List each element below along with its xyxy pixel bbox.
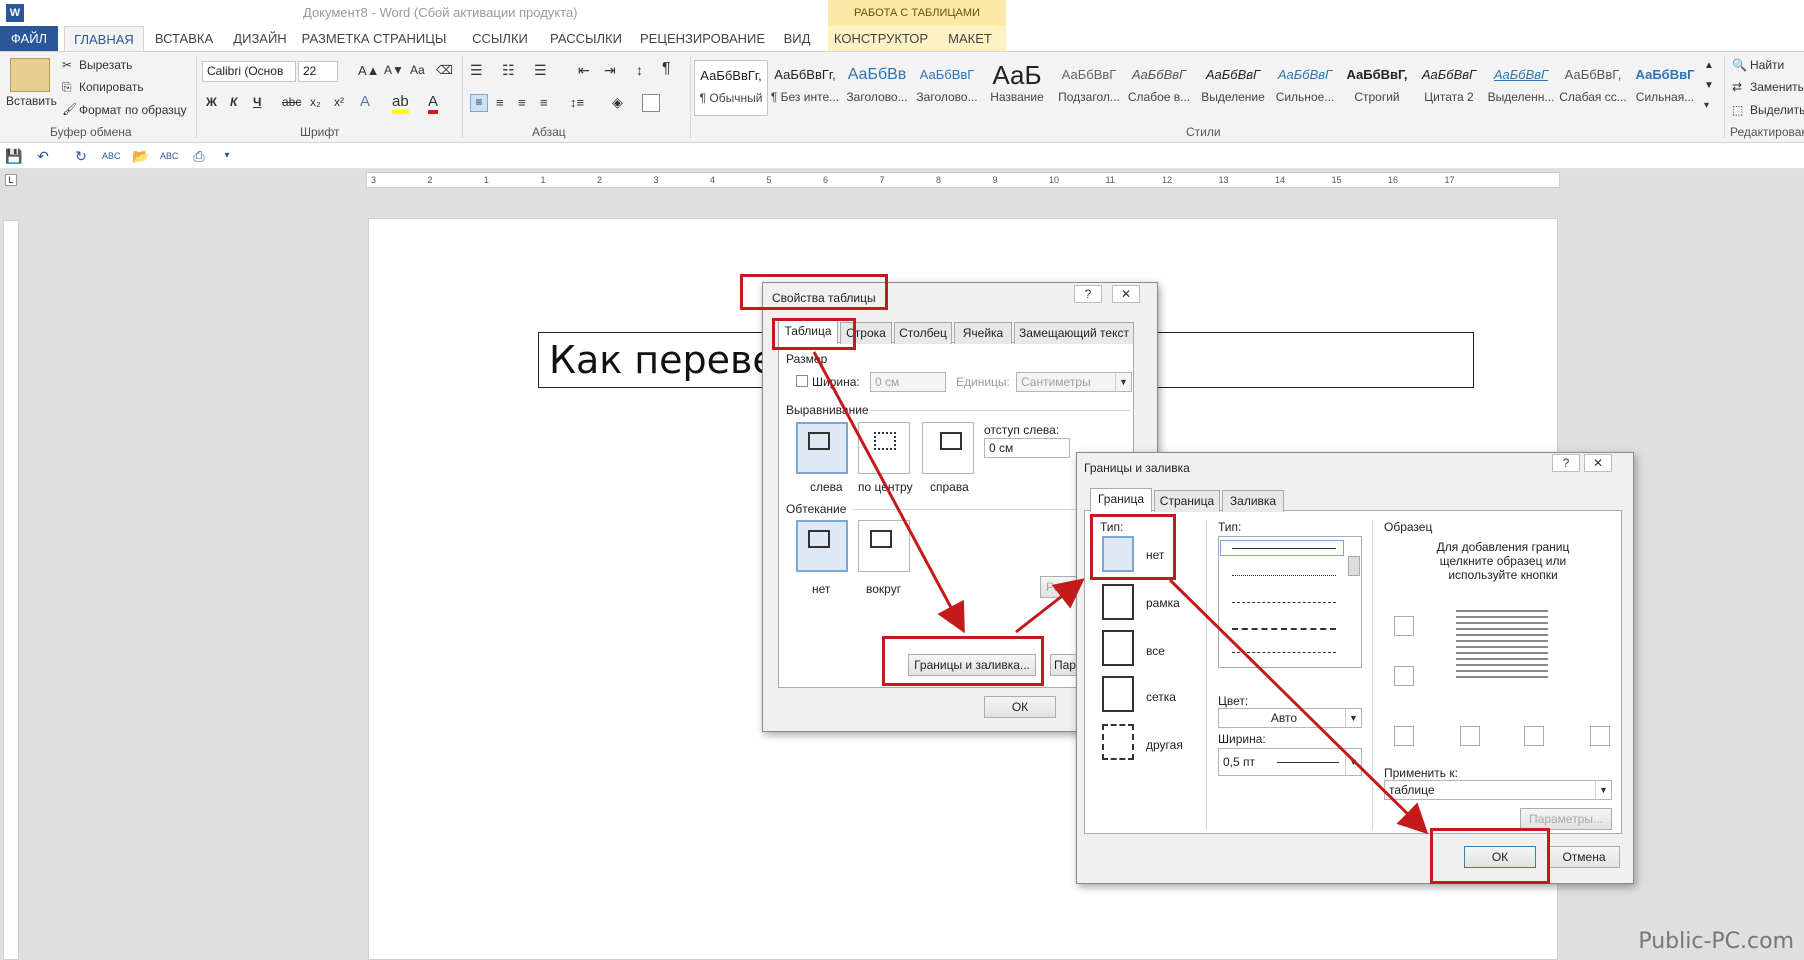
watermark: Public-PC.com xyxy=(1638,929,1794,954)
annotation-arrows xyxy=(812,351,1429,835)
arrow-tab-to-button xyxy=(812,351,965,634)
arrow-none-to-ok xyxy=(1168,578,1429,835)
arrow-button-to-dialog xyxy=(1015,578,1085,634)
